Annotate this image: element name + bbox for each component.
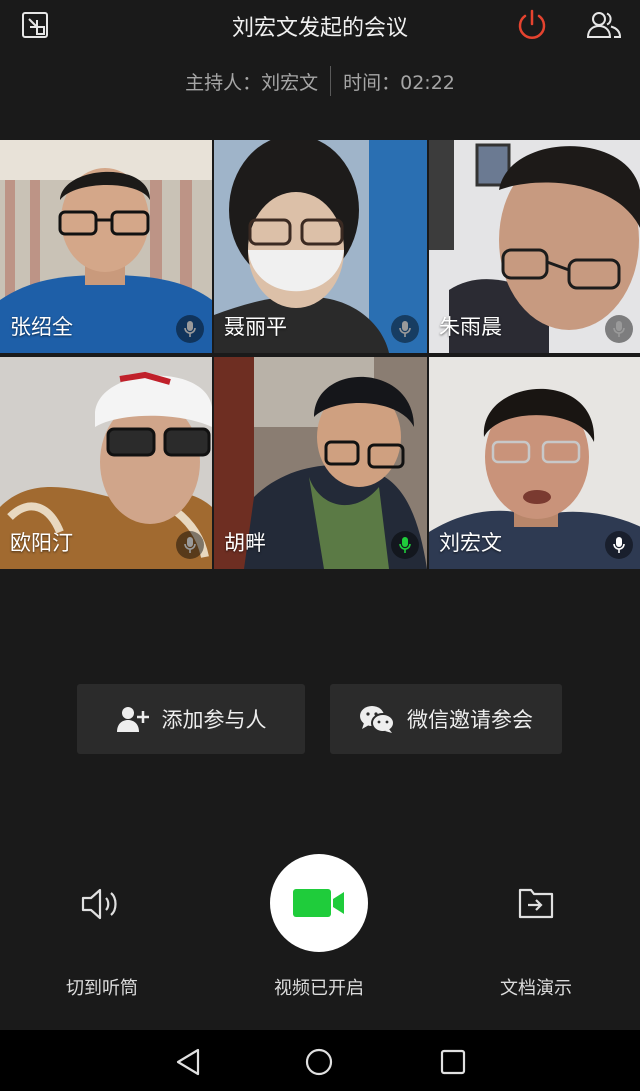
mic-icon [391, 315, 419, 343]
document-presentation-label: 文档演示 [500, 978, 572, 999]
video-tile[interactable]: 张绍全 [0, 140, 212, 353]
back-icon[interactable] [172, 1046, 204, 1078]
add-participant-label: 添加参与人 [161, 708, 267, 732]
mic-icon [605, 531, 633, 559]
document-presentation-button[interactable]: 文档演示 [486, 886, 586, 1006]
time-label: 时间：02:22 [343, 71, 455, 94]
video-toggle-circle[interactable] [270, 854, 368, 952]
wechat-invite-label: 微信邀请参会 [407, 708, 533, 732]
home-icon[interactable] [303, 1046, 335, 1078]
video-tile[interactable]: 欧阳汀 [0, 357, 212, 569]
add-person-icon [116, 707, 149, 732]
members-icon[interactable] [584, 7, 624, 43]
participant-name: 张绍全 [10, 315, 73, 339]
system-navigation-bar [0, 1030, 640, 1091]
recent-apps-icon[interactable] [437, 1046, 469, 1078]
participant-name: 朱雨晨 [439, 315, 502, 339]
host-label: 主持人：刘宏文 [185, 71, 319, 94]
participant-name: 欧阳汀 [10, 531, 73, 555]
earpiece-label: 切到听筒 [66, 978, 138, 999]
video-tile[interactable]: 朱雨晨 [429, 140, 640, 353]
share-document-icon [518, 888, 554, 919]
video-camera-icon [293, 889, 344, 917]
switch-earpiece-button[interactable]: 切到听筒 [52, 886, 152, 1006]
meeting-info: 主持人：刘宏文 时间：02:22 [0, 66, 640, 96]
video-grid: 张绍全 聂丽平 朱雨晨 欧阳汀 胡畔 刘宏文 [0, 140, 640, 570]
video-status-label: 视频已开启 [274, 978, 364, 999]
power-icon[interactable] [514, 7, 550, 43]
participant-name: 胡畔 [224, 531, 266, 555]
participant-name: 聂丽平 [224, 315, 287, 339]
add-participant-button[interactable]: 添加参与人 [77, 684, 305, 754]
mic-icon [176, 315, 204, 343]
video-tile[interactable]: 刘宏文 [429, 357, 640, 569]
video-tile[interactable]: 胡畔 [214, 357, 427, 569]
wechat-invite-button[interactable]: 微信邀请参会 [330, 684, 562, 754]
top-bar: 刘宏文发起的会议 [0, 0, 640, 50]
video-tile[interactable]: 聂丽平 [214, 140, 427, 353]
divider [330, 66, 332, 96]
participant-name: 刘宏文 [439, 531, 502, 555]
mic-icon [391, 531, 419, 559]
mic-icon [176, 531, 204, 559]
wechat-icon [360, 706, 395, 733]
video-toggle-button[interactable]: 视频已开启 [258, 854, 380, 1004]
speaker-icon [81, 888, 117, 920]
mic-icon [605, 315, 633, 343]
